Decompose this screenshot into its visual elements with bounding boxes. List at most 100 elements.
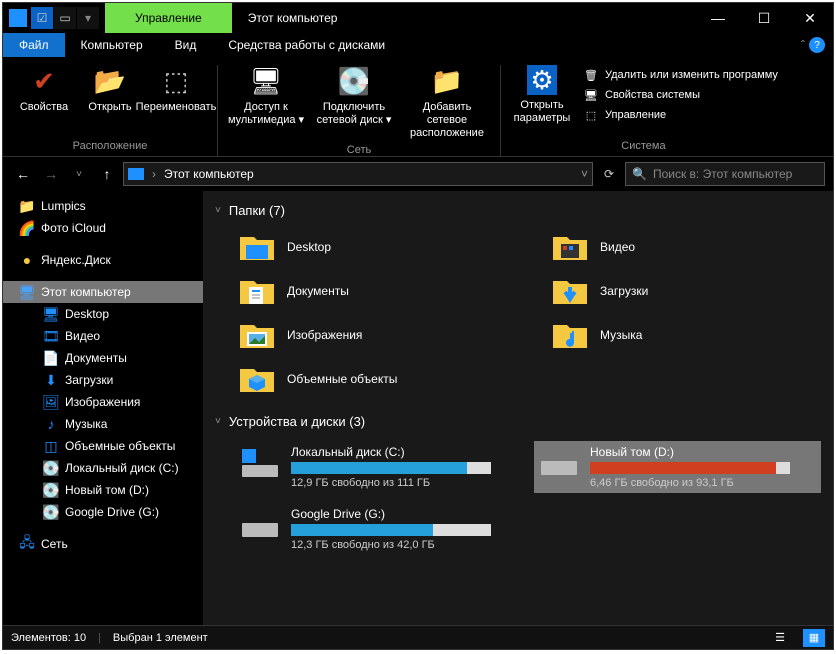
drive-usage-bar [291, 462, 491, 474]
chevron-down-icon[interactable]: ˅ [581, 167, 588, 181]
window-title: Этот компьютер [232, 3, 695, 33]
contextual-tab-manage: Управление [105, 3, 232, 33]
search-input[interactable]: 🔍 Поиск в: Этот компьютер [625, 162, 825, 186]
view-details-button[interactable]: ☰ [769, 629, 791, 647]
tree-downloads[interactable]: ⬇Загрузки [3, 369, 203, 391]
folder-documents[interactable]: Документы [235, 272, 508, 310]
minimize-button[interactable]: ― [695, 3, 741, 33]
ribbon-open[interactable]: 📂 Открыть [85, 65, 135, 114]
desktop-folder-icon [237, 230, 277, 264]
section-drives[interactable]: ˅ Устройства и диски (3) [215, 410, 821, 433]
system-icon[interactable] [9, 9, 27, 27]
nav-forward[interactable]: → [39, 162, 63, 186]
folder-videos[interactable]: Видео [548, 228, 821, 266]
chevron-down-icon: ˅ [215, 416, 221, 427]
drive-d[interactable]: Новый том (D:) 6,46 ГБ свободно из 93,1 … [534, 441, 821, 493]
drive-icon: 💽 [43, 460, 59, 476]
tree-3d-objects[interactable]: ◫Объемные объекты [3, 435, 203, 457]
ribbon-open-settings[interactable]: ⚙ Открыть параметры [509, 65, 575, 125]
ribbon-group-system: Система [621, 136, 665, 156]
download-icon: ⬇ [43, 372, 59, 388]
tree-google-drive-g[interactable]: 💽Google Drive (G:) [3, 501, 203, 523]
help-icon[interactable]: ? [809, 37, 825, 53]
ribbon-collapse-icon[interactable]: ˆ [801, 38, 805, 52]
nav-recent[interactable]: ˅ [67, 162, 91, 186]
videos-folder-icon [550, 230, 590, 264]
network-icon: 🖧 [19, 536, 35, 552]
drive-name: Google Drive (G:) [291, 507, 518, 521]
pc-icon [128, 168, 144, 180]
system-drive-icon [239, 445, 281, 481]
ribbon-map-drive[interactable]: 💽 Подключить сетевой диск ▾ [314, 65, 394, 127]
uninstall-icon: 🗑 [583, 67, 599, 83]
ribbon-rename[interactable]: ⬚ Переименовать [143, 65, 209, 114]
folder-pictures[interactable]: Изображения [235, 316, 508, 354]
tab-disk-tools[interactable]: Средства работы с дисками [212, 33, 401, 57]
breadcrumb[interactable]: Этот компьютер [164, 167, 573, 181]
close-button[interactable]: ✕ [787, 3, 833, 33]
qat-new-folder[interactable]: ▭ [54, 7, 76, 29]
folder-downloads[interactable]: Загрузки [548, 272, 821, 310]
music-icon: ♪ [43, 416, 59, 432]
tree-yandex-disk[interactable]: ●Яндекс.Диск [3, 249, 203, 271]
folder-music[interactable]: Музыка [548, 316, 821, 354]
downloads-folder-icon [550, 274, 590, 308]
ribbon-properties[interactable]: ✔ Свойства [11, 65, 77, 114]
drive-free-text: 12,9 ГБ свободно из 111 ГБ [291, 477, 518, 489]
address-bar[interactable]: › Этот компьютер ˅ [123, 162, 593, 186]
properties-icon: 🖥 [583, 87, 599, 103]
settings-gear-icon: ⚙ [527, 65, 557, 95]
drive-free-text: 12,3 ГБ свободно из 42,0 ГБ [291, 539, 518, 551]
drive-usage-bar [291, 524, 491, 536]
tree-icloud-photos[interactable]: 🌈Фото iCloud [3, 217, 203, 239]
checkmark-icon: ✔ [28, 65, 60, 97]
section-folders[interactable]: ˅ Папки (7) [215, 199, 821, 222]
video-icon: 🎞 [43, 328, 59, 344]
tab-view[interactable]: Вид [159, 33, 213, 57]
tree-music[interactable]: ♪Музыка [3, 413, 203, 435]
drive-g[interactable]: Google Drive (G:) 12,3 ГБ свободно из 42… [235, 503, 522, 555]
maximize-button[interactable]: ☐ [741, 3, 787, 33]
refresh-button[interactable]: ⟳ [597, 167, 621, 181]
status-selection: Выбран 1 элемент [113, 632, 208, 644]
ribbon-manage[interactable]: ⬚Управление [583, 107, 778, 123]
ribbon-media-access[interactable]: 🖥 Доступ к мультимедиа ▾ [226, 65, 306, 127]
content-pane[interactable]: ˅ Папки (7) Desktop Видео Документы Загр… [203, 191, 833, 625]
tree-new-volume-d[interactable]: 💽Новый том (D:) [3, 479, 203, 501]
chevron-down-icon: ˅ [215, 205, 221, 216]
tree-desktop[interactable]: 🖥Desktop [3, 303, 203, 325]
ribbon-group-location: Расположение [73, 136, 148, 156]
drive-name: Новый том (D:) [590, 445, 817, 459]
folder-icon: 📁 [19, 198, 35, 214]
folder-desktop[interactable]: Desktop [235, 228, 508, 266]
qat-properties[interactable]: ☑ [31, 7, 53, 29]
ribbon-uninstall-program[interactable]: 🗑Удалить или изменить программу [583, 67, 778, 83]
nav-up[interactable]: ↑ [95, 162, 119, 186]
nav-back[interactable]: ← [11, 162, 35, 186]
tree-documents[interactable]: 📄Документы [3, 347, 203, 369]
drive-c[interactable]: Локальный диск (C:) 12,9 ГБ свободно из … [235, 441, 522, 493]
tree-pictures[interactable]: 🖼Изображения [3, 391, 203, 413]
desktop-icon: 🖥 [43, 306, 59, 322]
qat-dropdown[interactable]: ▾ [77, 7, 99, 29]
drive-free-text: 6,46 ГБ свободно из 93,1 ГБ [590, 477, 817, 489]
media-server-icon: 🖥 [250, 65, 282, 97]
ribbon-add-network-location[interactable]: 📁 Добавить сетевое расположение [402, 65, 492, 140]
tree-videos[interactable]: 🎞Видео [3, 325, 203, 347]
cube-icon: ◫ [43, 438, 59, 454]
drive-usage-bar [590, 462, 790, 474]
search-icon: 🔍 [632, 167, 647, 181]
ribbon-system-properties[interactable]: 🖥Свойства системы [583, 87, 778, 103]
view-tiles-button[interactable]: ▦ [803, 629, 825, 647]
tree-this-pc[interactable]: 🖥Этот компьютер [3, 281, 203, 303]
tree-local-disk-c[interactable]: 💽Локальный диск (C:) [3, 457, 203, 479]
3d-folder-icon [237, 362, 277, 396]
folder-3d-objects[interactable]: Объемные объекты [235, 360, 508, 398]
icloud-icon: 🌈 [19, 220, 35, 236]
tree-lumpics[interactable]: 📁Lumpics [3, 195, 203, 217]
tree-network[interactable]: 🖧Сеть [3, 533, 203, 555]
tab-computer[interactable]: Компьютер [65, 33, 159, 57]
tab-file[interactable]: Файл [3, 33, 65, 57]
network-drive-icon: 💽 [338, 65, 370, 97]
navigation-tree[interactable]: 📁Lumpics 🌈Фото iCloud ●Яндекс.Диск 🖥Этот… [3, 191, 203, 625]
